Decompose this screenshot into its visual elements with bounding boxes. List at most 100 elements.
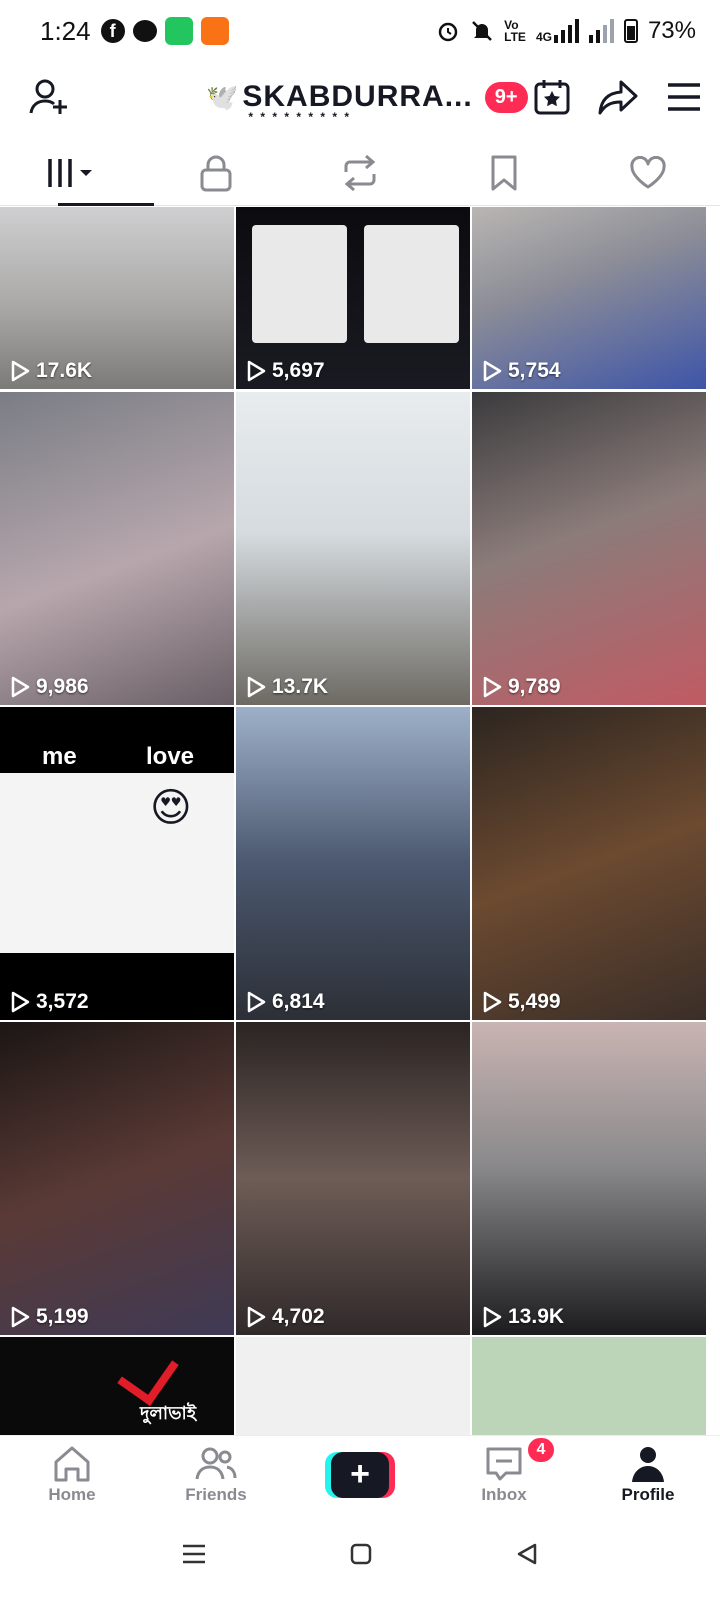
play-icon [11, 1306, 30, 1328]
calendar-star-button[interactable] [528, 73, 576, 121]
notification-icons: f [100, 17, 229, 45]
facebook-notification-icon: f [100, 19, 125, 43]
add-friend-button[interactable] [28, 73, 70, 121]
video-thumbnail[interactable]: 5,697 [236, 207, 470, 389]
view-count-text: 3,572 [36, 990, 89, 1013]
play-icon [483, 676, 502, 698]
video-thumbnail[interactable]: 9,789 [472, 392, 706, 705]
bookmark-icon [491, 155, 517, 190]
back-button[interactable] [515, 1542, 539, 1571]
signal-strength-1: 4G [536, 19, 579, 43]
view-count: 5,697 [246, 359, 325, 383]
play-icon [247, 991, 266, 1013]
video-thumbnail[interactable]: 13.9K [472, 1022, 706, 1335]
play-icon [483, 360, 502, 382]
tab-liked[interactable] [576, 140, 720, 205]
battery-icon [623, 19, 638, 43]
video-thumbnail[interactable]: 17.6K [0, 207, 234, 389]
nav-friends[interactable]: Friends [144, 1436, 288, 1513]
video-thumbnail[interactable]: 5,499 [472, 707, 706, 1020]
view-count-text: 4,702 [272, 1305, 325, 1328]
messenger-notification-icon [132, 20, 157, 42]
view-count: 6,814 [246, 990, 325, 1014]
nav-inbox-label: Inbox [481, 1484, 527, 1504]
profile-screenshot-image [0, 773, 234, 953]
video-thumbnail[interactable]: দুলাভাই [0, 1337, 234, 1435]
video-thumbnail[interactable]: 13.7K [236, 392, 470, 705]
video-thumbnail[interactable]: 5,199 [0, 1022, 234, 1335]
view-count: 5,199 [10, 1305, 89, 1329]
system-navigation [0, 1513, 720, 1600]
video-thumbnail[interactable]: 5,754 [472, 207, 706, 389]
app-notification-icon [200, 17, 229, 45]
play-icon [11, 991, 30, 1013]
signal-strength-2 [588, 19, 614, 43]
overlay-text-love: love [146, 743, 195, 770]
view-count: 13.7K [246, 675, 328, 699]
play-icon [247, 360, 266, 382]
header-actions [528, 73, 708, 121]
back-icon [517, 1543, 537, 1565]
menu-button[interactable] [660, 73, 708, 121]
recent-apps-button[interactable] [181, 1543, 207, 1570]
add-user-icon [29, 79, 67, 114]
view-count-text: 9,789 [508, 675, 561, 698]
red-brush-mark [117, 1342, 179, 1406]
play-icon [483, 1306, 502, 1328]
nav-profile-label: Profile [621, 1484, 675, 1504]
share-profile-button[interactable] [594, 73, 642, 121]
view-count: 4,702 [246, 1305, 325, 1329]
view-count-text: 5,754 [508, 359, 561, 382]
video-thumbnail[interactable]: 6,814 [236, 707, 470, 1020]
video-thumbnail[interactable] [236, 1337, 470, 1435]
heart-eyes-emoji-icon: 😍 [150, 786, 192, 830]
volte-indicator: Vo LTE [504, 18, 526, 44]
username: SKABDURRA... [242, 80, 472, 124]
view-count: 5,754 [482, 359, 561, 383]
share-icon [598, 80, 638, 115]
view-count-text: 5,697 [272, 359, 325, 382]
profile-header: 🕊️ SKABDURRA... 9+ [0, 62, 720, 132]
inbox-icon [486, 1447, 522, 1480]
mute-icon [472, 21, 493, 41]
tab-videos[interactable] [0, 140, 154, 206]
video-thumbnail[interactable] [472, 1337, 706, 1435]
alarm-icon [438, 22, 458, 42]
status-right: Vo LTE 4G 73% [436, 17, 696, 45]
phone-screenshot-image [364, 225, 459, 343]
home-button[interactable] [349, 1542, 373, 1571]
dove-icon: 🕊️ [206, 81, 239, 112]
tab-reposts[interactable] [288, 140, 432, 205]
nav-profile[interactable]: Profile [576, 1436, 720, 1513]
status-bar: 1:24 f Vo LTE 4G 73% [0, 0, 720, 62]
home-square-icon [350, 1543, 372, 1565]
play-icon [11, 360, 30, 382]
play-icon [247, 676, 266, 698]
calendar-star-icon [534, 80, 570, 115]
create-icon: + [325, 1451, 395, 1498]
view-count-text: 5,499 [508, 990, 561, 1013]
nav-inbox[interactable]: 4 Inbox [432, 1436, 576, 1513]
nav-create[interactable]: + [288, 1436, 432, 1513]
phone-screenshot-image [252, 225, 347, 343]
play-icon [483, 991, 502, 1013]
profile-icon [632, 1446, 664, 1482]
video-thumbnail[interactable]: 9,986 [0, 392, 234, 705]
tab-favorites[interactable] [432, 140, 576, 205]
account-switcher[interactable]: 🕊️ SKABDURRA... 9+ [206, 80, 528, 124]
video-thumbnail[interactable]: me love 😍 3,572 [0, 707, 234, 1020]
hamburger-menu-icon [667, 83, 700, 111]
view-count-text: 13.9K [508, 1305, 565, 1328]
play-icon [11, 676, 30, 698]
view-count: 3,572 [10, 990, 89, 1014]
video-thumbnail[interactable]: 4,702 [236, 1022, 470, 1335]
tab-private[interactable] [144, 140, 288, 205]
view-count: 5,499 [482, 990, 561, 1014]
view-count-text: 9,986 [36, 675, 89, 698]
nav-home-label: Home [48, 1484, 96, 1504]
nav-home[interactable]: Home [0, 1436, 144, 1513]
battery-level: 73% [647, 17, 696, 44]
view-count-text: 13.7K [272, 675, 329, 698]
overlay-text-me: me [42, 743, 77, 770]
app-notification-icon [164, 17, 193, 45]
